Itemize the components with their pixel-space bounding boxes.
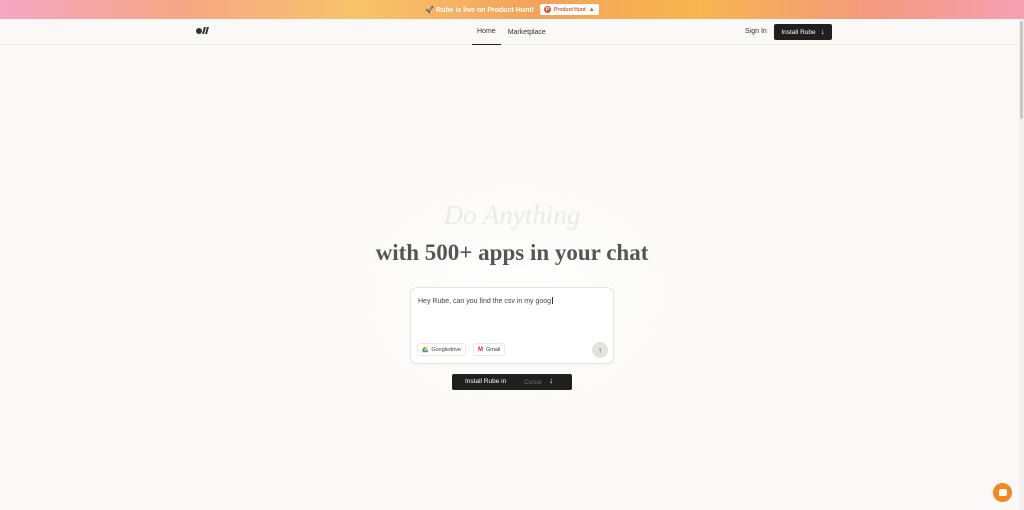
nav-tabs: Home Marketplace [472,19,551,45]
banner-text: 🚀 Rube is live on Product Hunt! [425,6,535,14]
install-rube-button[interactable]: Install Rube ↓ [774,24,832,40]
page-scrollbar[interactable] [1019,19,1024,510]
gmail-icon: M [478,346,483,353]
chat-input-text[interactable]: Hey Rube, can you find the csv in my goo… [418,297,554,305]
send-button[interactable]: ↑ [592,342,608,358]
app-chip-label: Gmail [486,346,501,353]
arrow-down-icon: ↓ [820,27,825,36]
install-rube-in-cursor-button[interactable]: Install Rube in Cursor ↓ [452,374,572,390]
logo-dot-icon [196,27,202,34]
tab-marketplace[interactable]: Marketplace [503,19,551,45]
chat-input-box[interactable]: Hey Rube, can you find the csv in my goo… [410,287,614,364]
upvote-icon: ▲ [588,6,595,13]
rube-logo[interactable] [196,27,208,34]
product-hunt-label: Product Hunt [554,6,586,13]
chat-input-value: Hey Rube, can you find the csv in my goo… [418,298,552,305]
sign-in-link[interactable]: Sign In [745,28,767,35]
tab-home[interactable]: Home [472,19,501,45]
install-cta-target: Cursor [524,380,543,386]
arrow-down-icon: ↓ [549,376,553,385]
chat-launcher-button[interactable] [993,483,1012,502]
scrollbar-thumb[interactable] [1020,21,1023,119]
app-chip-googledrive[interactable]: Googledrive [417,343,466,356]
app-chip-gmail[interactable]: M Gmail [473,343,505,356]
install-cta-label: Install Rube in [465,378,507,385]
app-chip-label: Googledrive [431,346,461,353]
product-hunt-icon: P [544,6,552,13]
text-caret [552,297,554,304]
install-rube-label: Install Rube [781,28,816,36]
hero-rotating-word: Do Anything [443,200,581,230]
hero-title: with 500+ apps in your chat [375,240,649,265]
logo-bars-icon [202,27,208,34]
chat-bubble-icon [998,489,1007,496]
arrow-up-icon: ↑ [598,345,602,355]
google-drive-icon [422,346,429,353]
product-hunt-badge[interactable]: P Product Hunt ▲ [540,4,599,15]
announcement-banner[interactable]: 🚀 Rube is live on Product Hunt! P Produc… [0,0,1024,19]
top-nav: Home Marketplace Sign In Install Rube ↓ [0,19,1024,45]
